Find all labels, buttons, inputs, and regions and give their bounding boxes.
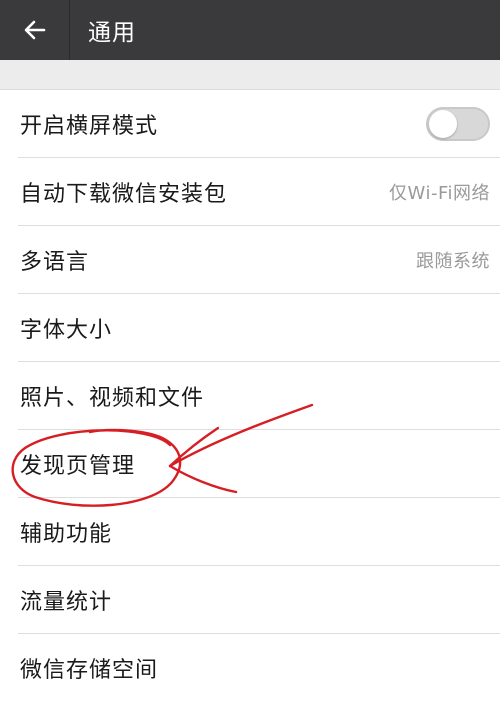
settings-list: 开启横屏模式 自动下载微信安装包 仅Wi-Fi网络 多语言 跟随系统 字体大小 … bbox=[0, 90, 500, 702]
setting-landscape-mode[interactable]: 开启横屏模式 bbox=[0, 90, 500, 158]
app-header: 通用 bbox=[0, 0, 500, 60]
setting-label: 开启横屏模式 bbox=[20, 114, 159, 139]
arrow-left-icon bbox=[24, 20, 45, 40]
setting-storage[interactable]: 微信存储空间 bbox=[0, 634, 500, 702]
setting-language[interactable]: 多语言 跟随系统 bbox=[0, 226, 500, 294]
landscape-mode-toggle[interactable] bbox=[426, 107, 490, 141]
toggle-knob bbox=[429, 110, 457, 138]
setting-auto-download[interactable]: 自动下载微信安装包 仅Wi-Fi网络 bbox=[0, 158, 500, 226]
setting-accessibility[interactable]: 辅助功能 bbox=[0, 498, 500, 566]
setting-label: 照片、视频和文件 bbox=[20, 386, 205, 411]
setting-label: 辅助功能 bbox=[20, 522, 113, 547]
setting-label: 发现页管理 bbox=[20, 454, 136, 479]
setting-discover-management[interactable]: 发现页管理 bbox=[0, 430, 500, 498]
setting-media-files[interactable]: 照片、视频和文件 bbox=[0, 362, 500, 430]
setting-label: 微信存储空间 bbox=[20, 658, 159, 683]
setting-label: 多语言 bbox=[20, 250, 90, 275]
back-button[interactable] bbox=[0, 0, 70, 60]
setting-font-size[interactable]: 字体大小 bbox=[0, 294, 500, 362]
setting-data-usage[interactable]: 流量统计 bbox=[0, 566, 500, 634]
setting-label: 字体大小 bbox=[20, 318, 113, 343]
page-title: 通用 bbox=[88, 20, 136, 46]
section-divider bbox=[0, 60, 500, 90]
setting-label: 自动下载微信安装包 bbox=[20, 182, 228, 207]
setting-value: 仅Wi-Fi网络 bbox=[389, 183, 490, 204]
setting-label: 流量统计 bbox=[20, 590, 113, 615]
setting-value: 跟随系统 bbox=[416, 251, 490, 272]
